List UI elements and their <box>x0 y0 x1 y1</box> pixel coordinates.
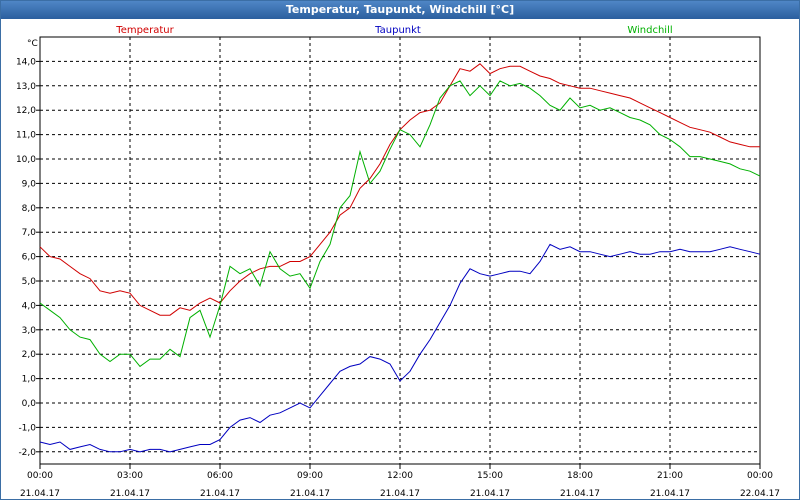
x-tick-date-label: 21.04.17 <box>290 489 330 499</box>
y-tick-label: 0,0 <box>22 399 37 409</box>
x-tick-date-label: 21.04.17 <box>110 489 150 499</box>
y-tick-label: 1,0 <box>22 375 37 385</box>
x-tick-date-label: 21.04.17 <box>380 489 420 499</box>
y-tick-label: 13,0 <box>16 82 36 92</box>
y-tick-label: 12,0 <box>16 106 36 116</box>
x-tick-date-label: 21.04.17 <box>560 489 600 499</box>
x-tick-date-label: 21.04.17 <box>470 489 510 499</box>
legend-entry-temperatur: Temperatur <box>115 25 174 36</box>
x-tick-date-label: 21.04.17 <box>20 489 60 499</box>
legend-entry-windchill: Windchill <box>627 25 672 36</box>
x-tick-time-label: 15:00 <box>477 471 503 481</box>
y-tick-label: 10,0 <box>16 155 36 165</box>
legend-entry-taupunkt: Taupunkt <box>374 25 421 36</box>
y-tick-label: 4,0 <box>22 301 37 311</box>
y-tick-label: 5,0 <box>22 277 37 287</box>
line-chart: -2,0 -1,0 0,0 1,0 2,0 3,0 4,0 5,0 6,0 7,0 8,0 9,0 10… <box>16 25 780 499</box>
x-tick-time-label: 00:00 <box>27 471 53 481</box>
x-tick-date-label: 22.04.17 <box>740 489 780 499</box>
y-tick-label: 11,0 <box>16 131 36 141</box>
y-axis-unit-label: °C <box>27 39 38 49</box>
x-tick-date-label: 21.04.17 <box>650 489 690 499</box>
window-title: Temperatur, Taupunkt, Windchill [°C] <box>1 1 799 19</box>
y-tick-label: -2,0 <box>18 448 36 458</box>
y-tick-label: 9,0 <box>22 179 37 189</box>
y-tick-label: -1,0 <box>18 423 36 433</box>
x-tick-time-label: 06:00 <box>207 471 233 481</box>
y-tick-label: 6,0 <box>22 253 37 263</box>
y-tick-label: 14,0 <box>16 57 36 67</box>
y-tick-label: 3,0 <box>22 326 37 336</box>
y-tick-label: 2,0 <box>22 350 37 360</box>
x-tick-time-label: 09:00 <box>297 471 323 481</box>
y-tick-label: 7,0 <box>22 228 37 238</box>
x-tick-time-label: 03:00 <box>117 471 143 481</box>
x-tick-time-label: 18:00 <box>567 471 593 481</box>
x-tick-date-label: 21.04.17 <box>200 489 240 499</box>
x-tick-time-label: 21:00 <box>657 471 683 481</box>
x-tick-time-label: 12:00 <box>387 471 413 481</box>
x-tick-time-label: 00:00 <box>747 471 773 481</box>
y-tick-label: 8,0 <box>22 204 37 214</box>
